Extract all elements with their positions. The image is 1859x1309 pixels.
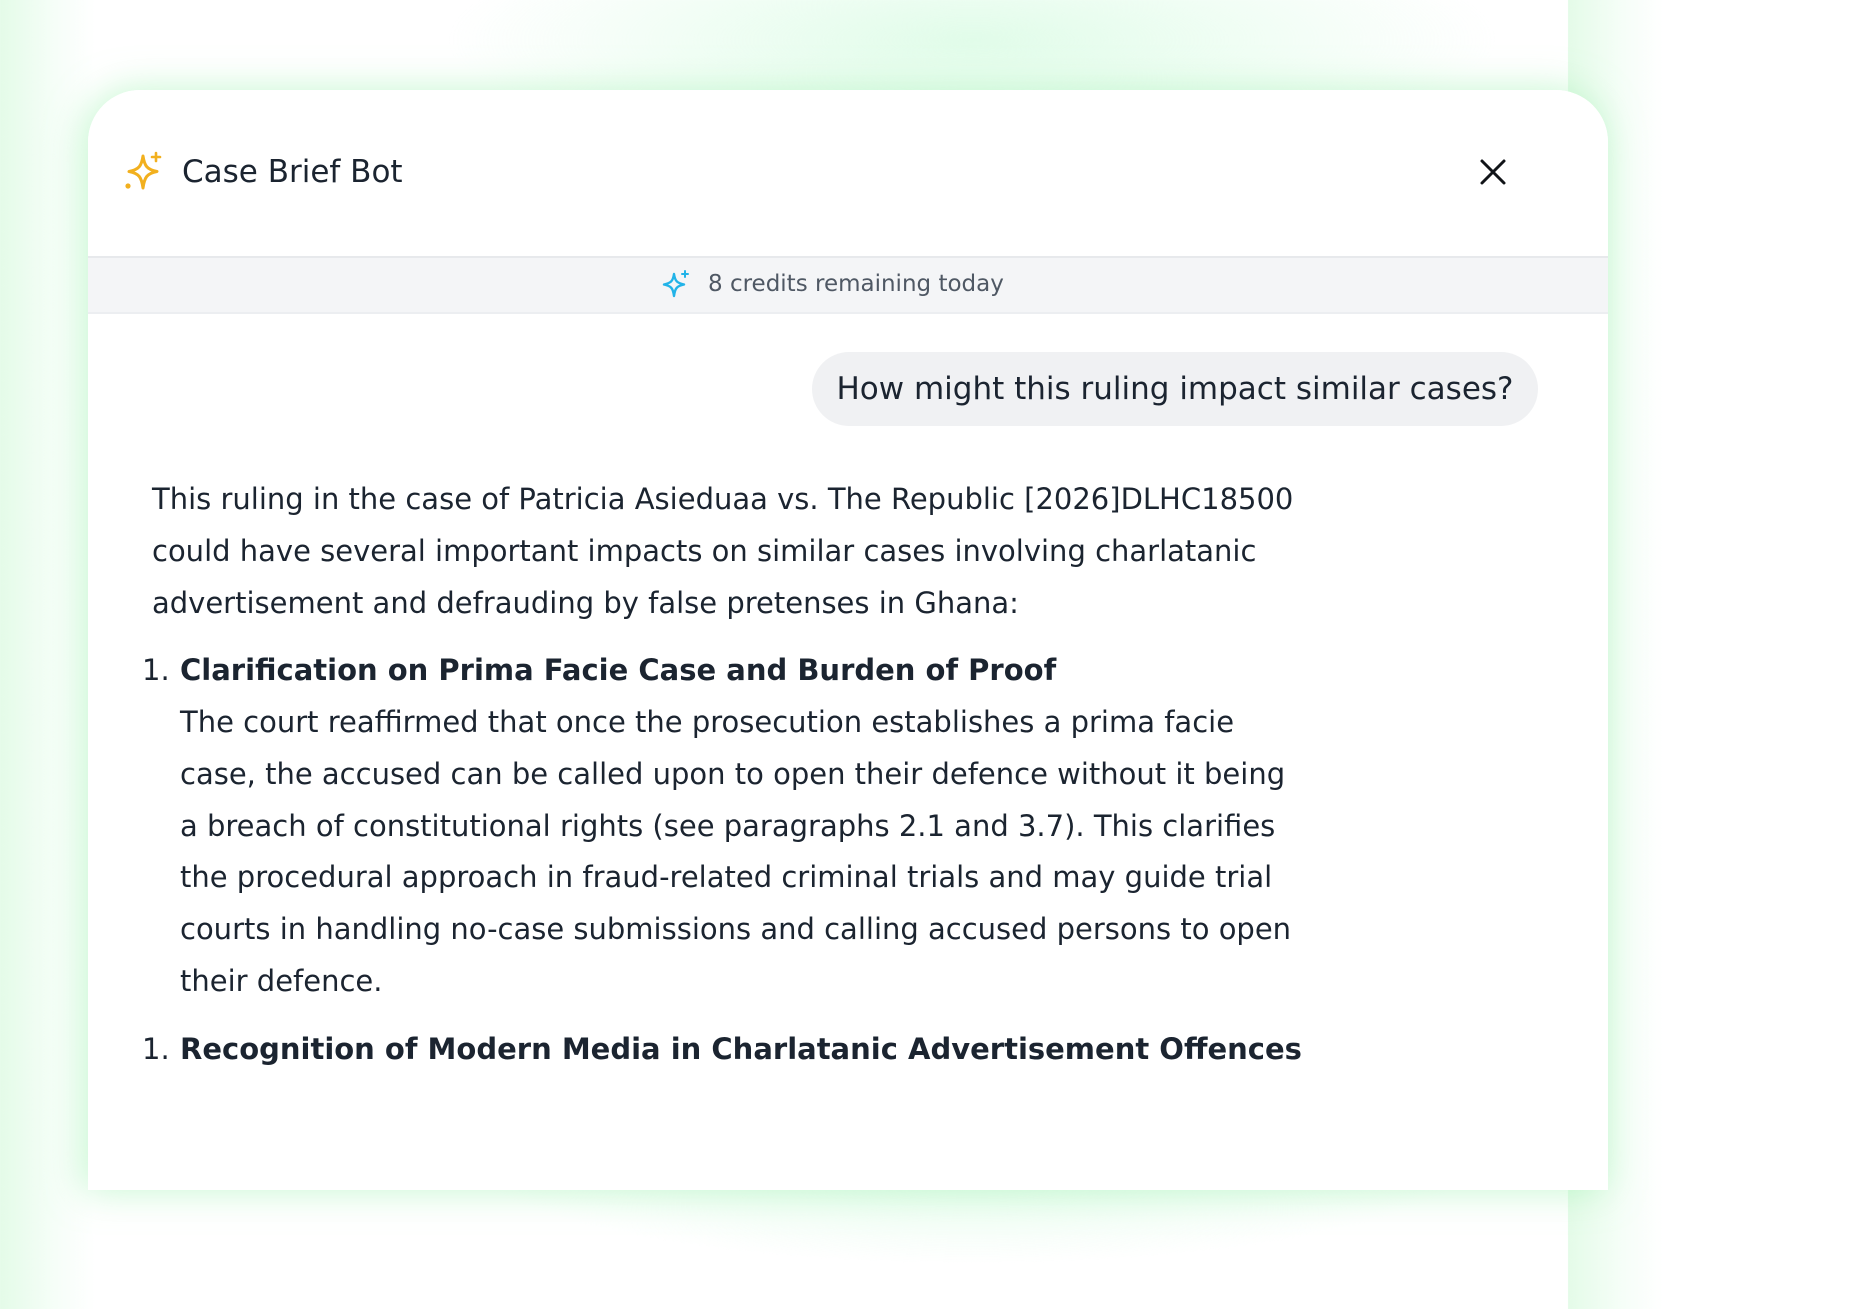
chat-panel: Case Brief Bot 8 credits remaining today… (88, 90, 1608, 1190)
sparkle-icon (122, 151, 164, 193)
close-button[interactable] (1468, 154, 1518, 194)
user-message-text: How might this ruling impact similar cas… (836, 371, 1514, 407)
list-item-number: 1. (142, 653, 170, 688)
close-icon (1479, 158, 1507, 190)
credits-remaining-text: 8 credits remaining today (708, 271, 1004, 297)
list-item-heading: Clarification on Prima Facie Case and Bu… (180, 653, 1057, 688)
list-item-body: The court reaffirmed that once the prose… (180, 705, 1292, 998)
sparkle-icon (660, 270, 690, 300)
response-intro: This ruling in the case of Patricia Asie… (152, 482, 1294, 620)
list-item-heading: Recognition of Modern Media in Charlatan… (180, 1031, 1302, 1066)
assistant-response: This ruling in the case of Patricia Asie… (142, 474, 1312, 1076)
user-message-bubble: How might this ruling impact similar cas… (812, 352, 1538, 426)
panel-header: Case Brief Bot (88, 90, 1608, 258)
list-item-number: 1. (142, 1031, 170, 1066)
list-item: 1. Clarification on Prima Facie Case and… (142, 645, 1312, 1007)
list-item: 1. Recognition of Modern Media in Charla… (142, 1024, 1312, 1076)
credits-banner: 8 credits remaining today (88, 258, 1608, 314)
page-title: Case Brief Bot (182, 154, 403, 190)
